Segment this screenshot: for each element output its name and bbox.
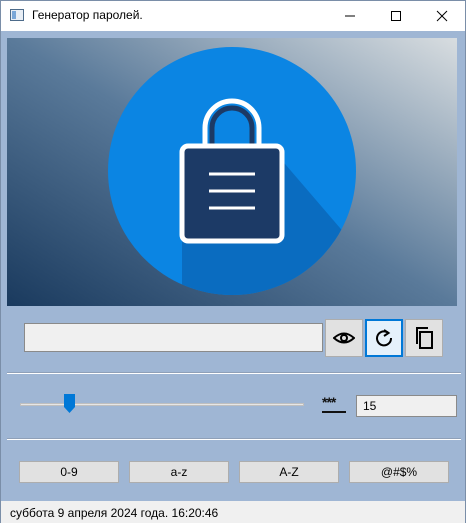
- separator: [7, 438, 461, 440]
- close-button[interactable]: [419, 1, 465, 31]
- minimize-button[interactable]: [327, 1, 373, 31]
- window-title: Генератор паролей.: [32, 8, 143, 22]
- symbols-button[interactable]: @#$%: [349, 461, 449, 483]
- slider-thumb[interactable]: [64, 394, 75, 413]
- status-bar: суббота 9 апреля 2024 года. 16:20:46: [1, 501, 465, 523]
- app-icon: [10, 9, 24, 21]
- maximize-icon: [391, 11, 401, 21]
- mask-stars-underline: [322, 411, 346, 413]
- status-datetime: суббота 9 апреля 2024 года. 16:20:46: [10, 506, 219, 520]
- title-bar[interactable]: Генератор паролей.: [1, 1, 465, 31]
- lowercase-button[interactable]: a-z: [129, 461, 229, 483]
- copy-button[interactable]: [405, 319, 443, 357]
- length-slider[interactable]: [20, 403, 304, 406]
- uppercase-button[interactable]: A-Z: [239, 461, 339, 483]
- banner-image: [7, 38, 457, 306]
- maximize-button[interactable]: [373, 1, 419, 31]
- digits-button[interactable]: 0-9: [19, 461, 119, 483]
- generate-button[interactable]: [365, 319, 403, 357]
- main-window: Генератор паролей. *** 15 0-9 a-z A-Z @#…: [0, 0, 466, 523]
- close-icon: [436, 10, 448, 22]
- eye-icon: [333, 332, 355, 344]
- copy-icon: [416, 327, 433, 349]
- password-field[interactable]: [24, 323, 323, 352]
- show-password-button[interactable]: [325, 319, 363, 357]
- mask-stars-label: ***: [322, 394, 336, 410]
- length-field[interactable]: 15: [356, 395, 457, 417]
- refresh-icon: [376, 329, 393, 347]
- separator: [7, 372, 461, 374]
- minimize-icon: [345, 15, 355, 17]
